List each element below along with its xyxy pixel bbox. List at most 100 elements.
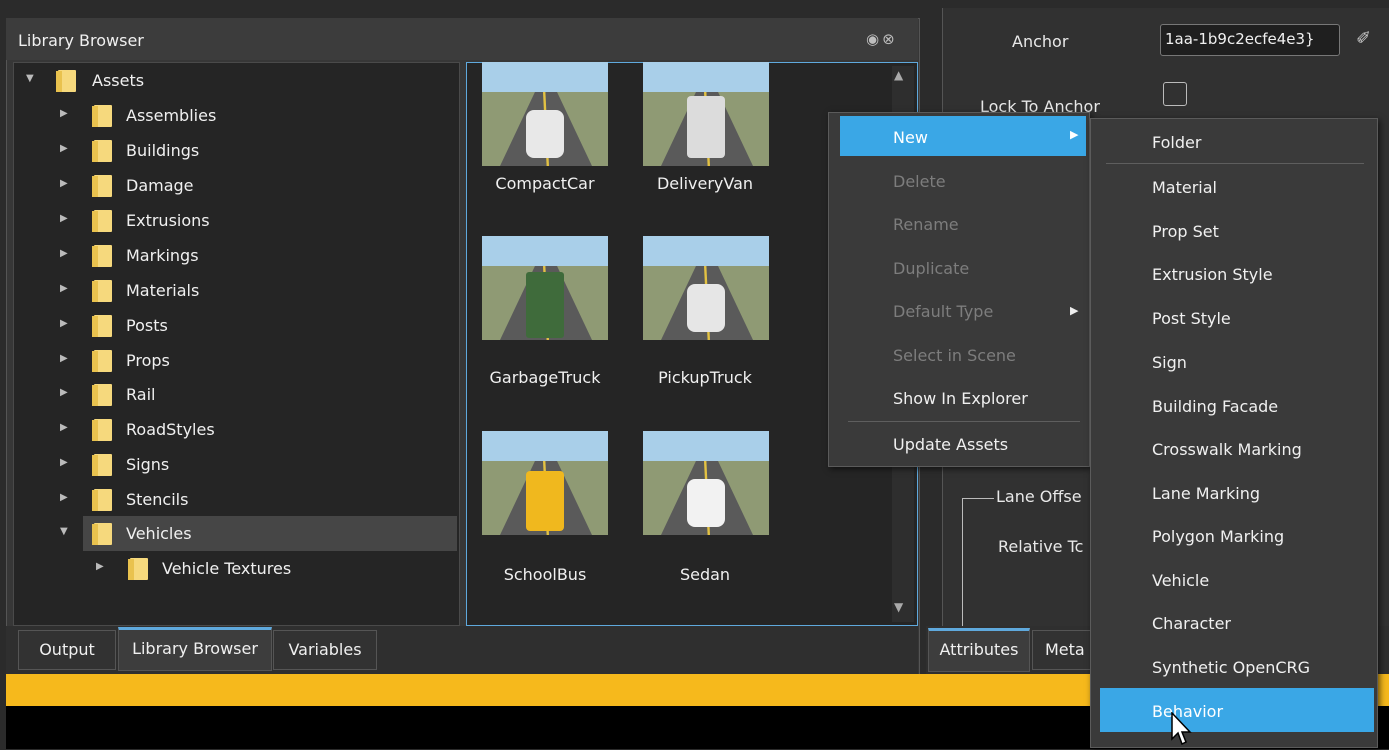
menu-item-show-in-explorer[interactable]: Show In Explorer [893, 389, 1028, 408]
menu-item-new-label[interactable]: New [893, 128, 928, 147]
menu-item-default-type[interactable]: Default Type [893, 302, 993, 321]
submenu-item-vehicle[interactable]: Vehicle [1152, 571, 1209, 590]
context-menu [828, 112, 1090, 467]
expand-arrow-icon[interactable]: ▼ [26, 73, 34, 84]
tab-attributes[interactable]: Attributes [928, 628, 1030, 672]
menu-item-new[interactable] [840, 116, 1086, 156]
tab-output[interactable]: Output [18, 630, 116, 670]
collapse-arrow-icon[interactable]: ▶ [60, 178, 68, 189]
tree-item-assemblies[interactable]: ▶ Assemblies [60, 99, 450, 133]
mouse-cursor-icon [1171, 711, 1193, 750]
folder-icon [92, 350, 112, 372]
menu-item-update-assets[interactable]: Update Assets [893, 435, 1008, 454]
menu-separator [1106, 163, 1364, 164]
collapse-arrow-icon[interactable]: ▶ [60, 492, 68, 503]
folder-icon [92, 245, 112, 267]
folder-icon [92, 140, 112, 162]
vehicle-image [526, 471, 564, 531]
asset-thumbnail-compactcar[interactable] [482, 62, 608, 166]
lock-to-anchor-checkbox[interactable] [1163, 82, 1187, 106]
tree-item-signs[interactable]: ▶ Signs [60, 448, 450, 482]
collapse-arrow-icon[interactable]: ▶ [60, 318, 68, 329]
submenu-item-synthetic-opencrg[interactable]: Synthetic OpenCRG [1152, 658, 1310, 677]
submenu-item-polygon-marking[interactable]: Polygon Marking [1152, 527, 1284, 546]
collapse-arrow-icon[interactable]: ▶ [60, 387, 68, 398]
asset-label: GarbageTruck [489, 368, 601, 387]
collapse-arrow-icon[interactable]: ▶ [60, 143, 68, 154]
submenu-item-character[interactable]: Character [1152, 614, 1231, 633]
folder-icon [92, 384, 112, 406]
asset-thumbnail-sedan[interactable] [643, 431, 769, 535]
submenu-item-post-style[interactable]: Post Style [1152, 309, 1231, 328]
group-border [962, 498, 963, 628]
vehicle-image [687, 96, 725, 158]
vehicle-image [526, 110, 564, 158]
vehicle-image [687, 284, 725, 332]
asset-label: SchoolBus [503, 565, 587, 584]
collapse-arrow-icon[interactable]: ▶ [60, 422, 68, 433]
submenu-item-building-facade[interactable]: Building Facade [1152, 397, 1278, 416]
tree-item-rail[interactable]: ▶ Rail [60, 378, 450, 412]
collapse-arrow-icon[interactable]: ▶ [60, 108, 68, 119]
tree-item-stencils[interactable]: ▶ Stencils [60, 483, 450, 517]
asset-thumbnail-pickuptruck[interactable] [643, 236, 769, 340]
tree-item-extrusions[interactable]: ▶ Extrusions [60, 204, 450, 238]
folder-icon [92, 175, 112, 197]
asset-label: CompactCar [495, 174, 595, 193]
tree-item-materials[interactable]: ▶ Materials [60, 274, 450, 308]
tree-item-vehicle-textures[interactable]: ▶ Vehicle Textures [96, 552, 446, 586]
collapse-arrow-icon[interactable]: ▶ [60, 248, 68, 259]
asset-label: PickupTruck [658, 368, 752, 387]
anchor-field[interactable]: 1aa-1b9c2ecfe4e3} [1160, 24, 1340, 56]
collapse-arrow-icon[interactable]: ▶ [60, 213, 68, 224]
submenu-item-crosswalk-marking[interactable]: Crosswalk Marking [1152, 440, 1302, 459]
lane-offset-label: Lane Offse [996, 487, 1082, 506]
tab-library-browser[interactable]: Library Browser [118, 627, 272, 671]
submenu-item-lane-marking[interactable]: Lane Marking [1152, 484, 1260, 503]
expand-arrow-icon[interactable]: ▼ [60, 526, 68, 537]
collapse-arrow-icon[interactable]: ▶ [60, 353, 68, 364]
folder-icon [92, 523, 112, 545]
relative-to-label: Relative Tc [998, 537, 1084, 556]
asset-thumbnail-garbagetruck[interactable] [482, 236, 608, 340]
tab-metadata[interactable]: Meta [1032, 630, 1098, 670]
asset-thumbnail-deliveryvan[interactable] [643, 62, 769, 166]
pin-icon[interactable]: ◉ [866, 30, 882, 48]
menu-item-delete[interactable]: Delete [893, 172, 946, 191]
tree-item-posts[interactable]: ▶ Posts [60, 309, 450, 343]
scroll-down-icon[interactable]: ▼ [894, 600, 903, 614]
tree-item-buildings[interactable]: ▶ Buildings [60, 134, 450, 168]
tab-variables[interactable]: Variables [273, 630, 377, 670]
scroll-up-icon[interactable]: ▲ [894, 68, 903, 82]
submenu-item-behavior[interactable] [1100, 688, 1374, 732]
folder-icon [92, 105, 112, 127]
tree-item-roadstyles[interactable]: ▶ RoadStyles [60, 413, 450, 447]
tree-item-assets[interactable]: ▼ Assets [26, 64, 446, 98]
submenu-item-sign[interactable]: Sign [1152, 353, 1187, 372]
menu-separator [848, 421, 1080, 422]
folder-icon [92, 280, 112, 302]
menu-item-duplicate[interactable]: Duplicate [893, 259, 969, 278]
menu-item-select-in-scene[interactable]: Select in Scene [893, 346, 1016, 365]
tree-item-damage[interactable]: ▶ Damage [60, 169, 450, 203]
panel-title: Library Browser [18, 31, 144, 50]
asset-label: Sedan [679, 565, 731, 584]
collapse-arrow-icon[interactable]: ▶ [96, 561, 104, 572]
collapse-arrow-icon[interactable]: ▶ [60, 283, 68, 294]
menu-item-rename[interactable]: Rename [893, 215, 959, 234]
folder-icon [92, 454, 112, 476]
submenu-item-material[interactable]: Material [1152, 178, 1217, 197]
pin-anchor-icon[interactable]: ✐ [1356, 28, 1371, 49]
folder-icon [92, 419, 112, 441]
tree-item-vehicles[interactable]: ▼ Vehicles [60, 517, 450, 551]
submenu-item-folder[interactable]: Folder [1152, 133, 1201, 152]
tree-item-markings[interactable]: ▶ Markings [60, 239, 450, 273]
collapse-arrow-icon[interactable]: ▶ [60, 457, 68, 468]
tree-item-props[interactable]: ▶ Props [60, 344, 450, 378]
folder-icon [92, 315, 112, 337]
submenu-item-extrusion-style[interactable]: Extrusion Style [1152, 265, 1273, 284]
submenu-item-prop-set[interactable]: Prop Set [1152, 222, 1219, 241]
close-icon[interactable]: ⊗ [882, 30, 898, 48]
asset-thumbnail-schoolbus[interactable] [482, 431, 608, 535]
folder-icon [128, 558, 148, 580]
